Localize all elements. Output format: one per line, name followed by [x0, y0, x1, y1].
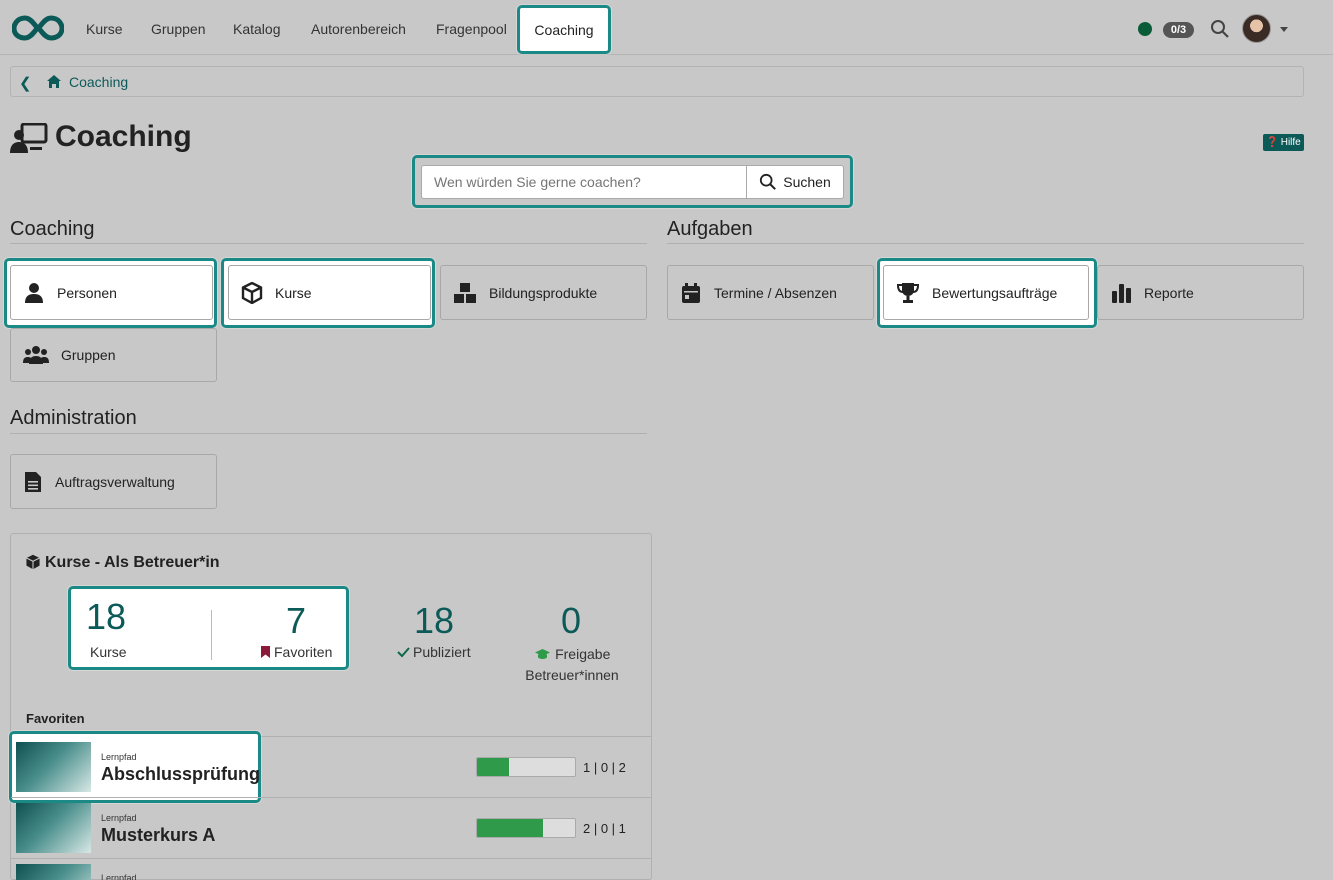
file-icon: [25, 471, 41, 492]
course-counts: 1 | 0 | 2: [583, 760, 626, 775]
stat-favoriten-label: Favoriten: [274, 644, 333, 660]
user-avatar[interactable]: [1242, 14, 1271, 43]
chevron-down-icon[interactable]: [1280, 27, 1288, 32]
coach-search: Suchen: [412, 155, 853, 208]
kurse-card-title: Kurse - Als Betreuer*in: [45, 554, 220, 571]
course-thumbnail[interactable]: [16, 742, 91, 792]
page-title: Coaching: [55, 120, 192, 153]
tile-label: Termine / Absenzen: [714, 284, 837, 301]
bar-chart-icon: [1112, 283, 1131, 303]
check-icon: [397, 647, 410, 658]
help-label: Hilfe: [1280, 137, 1301, 148]
section-title-administration: Administration: [10, 407, 137, 429]
tile-auftragsverwaltung[interactable]: Auftragsverwaltung: [10, 454, 217, 509]
coaching-icon: [10, 123, 48, 153]
section-title-coaching: Coaching: [10, 218, 95, 240]
calendar-icon: [682, 282, 700, 303]
course-counts: 2 | 0 | 1: [583, 821, 626, 836]
course-progress-bar: [476, 757, 576, 777]
help-button[interactable]: ❓ Hilfe: [1263, 134, 1304, 151]
tile-gruppen[interactable]: Gruppen: [10, 328, 217, 382]
stat-publiziert-label: Publiziert: [413, 644, 471, 660]
row-divider: [11, 797, 651, 798]
logo-icon[interactable]: [12, 14, 64, 42]
course-type: Lernpfad: [101, 873, 137, 880]
nav-item-autorenbereich[interactable]: Autorenbereich: [311, 21, 406, 37]
section-divider: [10, 243, 647, 244]
tile-label: Reporte: [1144, 284, 1194, 301]
search-input[interactable]: [421, 165, 747, 199]
user-icon: [25, 282, 43, 303]
tile-bildungsprodukte[interactable]: Bildungsprodukte: [440, 265, 647, 320]
tile-label: Personen: [57, 284, 117, 301]
tile-label: Bewertungsaufträge: [932, 284, 1058, 301]
tile-label: Gruppen: [61, 347, 116, 363]
users-icon: [23, 346, 49, 364]
stat-publiziert-value[interactable]: 18: [414, 600, 454, 642]
tile-bewertungsauftraege[interactable]: Bewertungsaufträge: [883, 265, 1089, 320]
search-button[interactable]: Suchen: [746, 165, 844, 199]
section-title-aufgaben: Aufgaben: [667, 218, 753, 240]
search-icon: [760, 173, 777, 190]
stat-kurse-label: Kurse: [90, 644, 127, 660]
tile-label: Bildungsprodukte: [489, 284, 598, 301]
breadcrumb: ❮ Coaching: [10, 66, 1304, 97]
course-name[interactable]: Musterkurs A: [101, 825, 215, 846]
online-status-dot[interactable]: [1138, 22, 1152, 36]
breadcrumb-coaching[interactable]: Coaching: [69, 74, 128, 90]
stat-freigabe: Freigabe Betreuer*innen: [518, 644, 626, 686]
nav-item-coaching[interactable]: Coaching: [517, 5, 611, 54]
tile-personen[interactable]: Personen: [10, 265, 213, 320]
course-name[interactable]: Abschlussprüfung: [101, 764, 260, 785]
course-thumbnail[interactable]: [16, 803, 91, 853]
trophy-icon: [896, 282, 920, 303]
stat-favoriten-value[interactable]: 7: [286, 600, 306, 642]
stat-kurse-value[interactable]: 18: [86, 596, 126, 638]
nav-item-fragenpool[interactable]: Fragenpool: [436, 21, 507, 37]
cube-icon: [26, 554, 40, 570]
top-navigation: Kurse Gruppen Katalog Autorenbereich Fra…: [0, 0, 1333, 55]
stat-publiziert: Publiziert: [397, 644, 471, 660]
tile-label: Auftragsverwaltung: [55, 473, 175, 490]
tile-termine-absenzen[interactable]: Termine / Absenzen: [667, 265, 874, 320]
course-type: Lernpfad: [101, 813, 137, 823]
nav-item-kurse[interactable]: Kurse: [86, 21, 123, 37]
course-thumbnail[interactable]: [16, 864, 91, 880]
search-icon[interactable]: [1210, 19, 1230, 39]
notification-badge[interactable]: 0/3: [1163, 22, 1194, 38]
favorites-heading: Favoriten: [26, 711, 85, 726]
question-icon: ❓: [1266, 137, 1279, 148]
stat-freigabe-value[interactable]: 0: [561, 600, 581, 642]
tile-kurse[interactable]: Kurse: [228, 265, 431, 320]
tile-label: Kurse: [275, 284, 312, 301]
search-button-label: Suchen: [783, 174, 831, 190]
cube-icon: [241, 281, 263, 304]
course-type: Lernpfad: [101, 752, 137, 762]
stat-divider: [211, 610, 212, 660]
stat-favoriten: Favoriten: [260, 644, 332, 660]
graduation-cap-icon: [534, 649, 550, 659]
nav-item-gruppen[interactable]: Gruppen: [151, 21, 205, 37]
section-divider: [10, 433, 647, 434]
bookmark-icon: [261, 646, 270, 658]
home-icon[interactable]: [46, 74, 62, 89]
nav-item-katalog[interactable]: Katalog: [233, 21, 280, 37]
cubes-icon: [454, 282, 476, 303]
row-divider: [11, 858, 651, 859]
course-progress-bar: [476, 818, 576, 838]
back-chevron-icon[interactable]: ❮: [19, 74, 32, 92]
tile-reporte[interactable]: Reporte: [1097, 265, 1304, 320]
section-divider: [667, 243, 1304, 244]
